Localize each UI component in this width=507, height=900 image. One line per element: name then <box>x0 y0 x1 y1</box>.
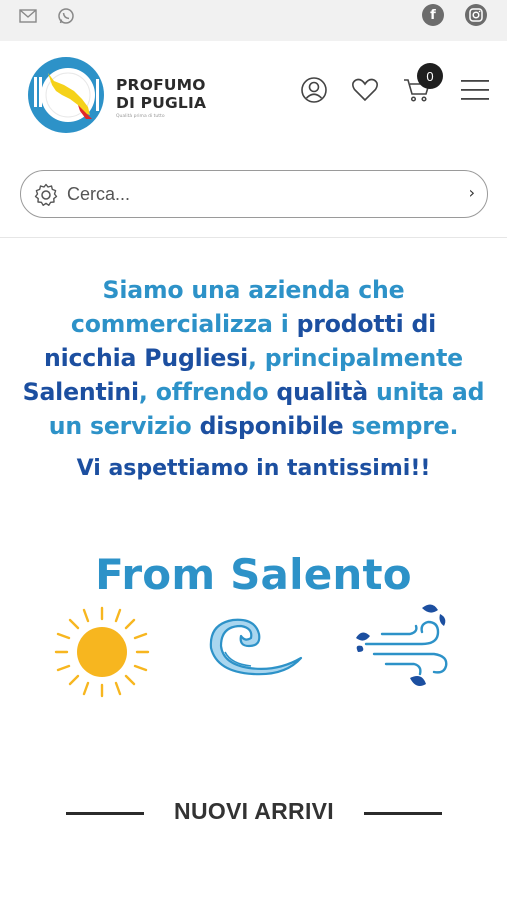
intro-line-4b: , offrendo <box>138 378 277 406</box>
logo[interactable] <box>26 55 106 135</box>
intro-line-5c: sempre. <box>343 412 459 440</box>
instagram-icon[interactable] <box>465 4 487 26</box>
whatsapp-icon[interactable] <box>56 6 76 26</box>
wave-icon <box>205 612 305 682</box>
brand-tagline: Qualità prima di tutto <box>116 114 165 119</box>
intro-line-5a: un servizio <box>48 412 200 440</box>
brand-line-2: DI PUGLIA <box>116 94 207 112</box>
mail-icon[interactable] <box>18 6 38 26</box>
new-arrivals-title: NUOVI ARRIVI <box>174 798 334 824</box>
header-divider <box>0 237 507 238</box>
site-header: PROFUMO DI PUGLIA Qualità prima di tutto <box>0 41 507 151</box>
new-arrivals-heading: NUOVI ARRIVI <box>66 795 442 831</box>
top-utility-bar: f <box>0 0 507 41</box>
intro-line-3b: , principalmente <box>247 344 463 372</box>
hamburger-menu-icon[interactable] <box>459 75 491 105</box>
facebook-icon[interactable]: f <box>422 4 444 26</box>
search-submit-chevron[interactable]: › <box>469 183 475 202</box>
wind-icon <box>352 602 456 700</box>
sun-icon <box>52 604 152 704</box>
cart-count-badge: 0 <box>417 63 443 89</box>
heading-line-right <box>364 812 442 815</box>
from-salento-title: From Salento <box>95 550 412 599</box>
intro-line-1: Siamo una azienda che <box>102 276 405 304</box>
intro-line-2a: commercializza i <box>70 310 297 338</box>
intro-text: Siamo una azienda che commercializza i p… <box>14 273 493 443</box>
intro-line-3a: nicchia Pugliesi <box>44 344 248 372</box>
brand-name[interactable]: PROFUMO DI PUGLIA Qualità prima di tutto <box>116 76 226 119</box>
heading-line-left <box>66 812 144 815</box>
search-input[interactable] <box>67 179 447 209</box>
intro-line-4a: Salentini <box>22 378 139 406</box>
welcome-message: Vi aspettiamo in tantissimi!! <box>76 456 431 481</box>
user-icon[interactable] <box>299 75 329 105</box>
intro-line-5b: disponibile <box>199 412 344 440</box>
search-bar: › <box>20 170 488 218</box>
gear-icon[interactable] <box>33 182 59 208</box>
brand-line-1: PROFUMO <box>116 76 206 94</box>
intro-line-4c: qualità <box>276 378 368 406</box>
intro-line-4d: unita ad <box>367 378 485 406</box>
heart-icon[interactable] <box>350 75 380 105</box>
intro-line-2b: prodotti di <box>296 310 437 338</box>
